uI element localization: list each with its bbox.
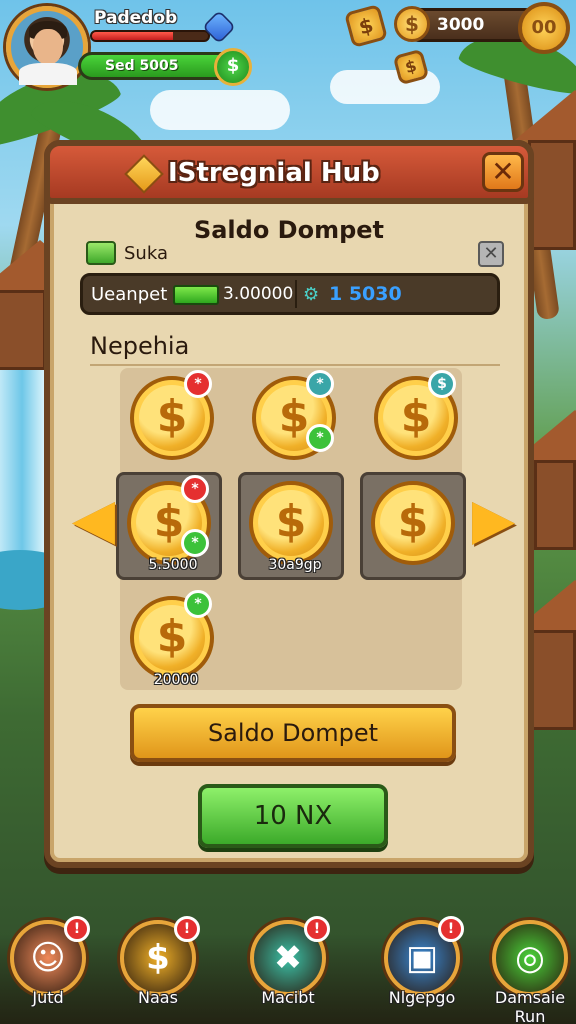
gold-coin-icon: $ [249,481,333,565]
wallet-panel: IStregnial Hub ✕ Saldo Dompet Suka ✕ Uea… [44,140,534,868]
coin-badge-icon: $ [428,370,456,398]
wallet-box: Suka ✕ Ueanpet 3.00000 ⚙ 1 5030 [80,231,506,319]
wallet-close-button[interactable]: ✕ [478,241,504,267]
nav-label: Damsaie Run [494,988,566,1024]
previous-arrow-button[interactable]: ◀ [72,480,115,564]
hut-roof [515,90,576,140]
avatar-face [33,29,63,65]
nav-item-crate[interactable]: ▣! Nlgepgo [380,916,464,1024]
coin-badge-icon: * [306,370,334,398]
avatar-shirt [19,63,77,85]
coin-badge-icon: * [181,529,209,557]
section-label: Nepehia [90,332,190,360]
confirm-button[interactable]: 10 NX [198,784,388,848]
coin-badge-icon: * [184,590,212,618]
player-name: Padedob [94,8,178,28]
run-icon: ◎ [515,938,545,978]
wallet-balance-button[interactable]: Saldo Dompet [130,704,456,762]
player-avatar[interactable] [6,6,88,88]
wallet-label: Ueanpet [91,284,168,305]
health-bar [90,30,210,42]
coin-slot[interactable]: $ * 20000 [122,590,228,698]
nav-item-tools[interactable]: ✖! Macibt [246,916,330,1024]
health-bar-fill [92,32,174,40]
diamond-icon [124,154,164,194]
wallet-header: Suka ✕ [86,239,506,269]
nav-label: Naas [138,988,178,1007]
coin-slot[interactable]: $ [360,472,466,580]
coin-slot[interactable]: $ * [122,370,228,478]
divider [90,364,500,366]
hut [528,140,576,250]
nav-item-coin[interactable]: $! Naas [116,916,200,1024]
wallet-user: Suka [124,243,168,264]
panel-header: IStregnial Hub ✕ [44,140,534,204]
gold-coin-icon: $ [371,481,455,565]
waterfall [0,370,44,570]
coin-slot[interactable]: $ * * [244,370,350,478]
gear-icon: ⚙ [303,284,320,305]
cloud [150,90,290,130]
coin-caption: 20000 [153,672,199,688]
nav-label: Nlgepgo [388,988,456,1007]
gold-shop-button[interactable]: 00 [518,2,570,54]
coin-grid: $ * $ * * $ $ $ * * 5.5000 $30a9gp $ $ * 20000 [116,368,466,690]
wallet-meter [173,285,219,305]
coin-slot[interactable]: $ * * 5.5000 [116,472,222,580]
next-arrow-button[interactable]: ▶ [472,480,515,564]
cash-coin-icon[interactable]: $ [214,48,252,86]
nav-item-avatar[interactable]: ☺! Jutd [6,916,90,1024]
gold-coin-icon: $ [394,6,430,42]
nav-label: Jutd [32,988,64,1007]
hut [0,290,46,370]
coin-slot[interactable]: $ $ [366,370,472,478]
coin-badge-icon: * [306,424,334,452]
coin-caption: 5.5000 [148,557,198,573]
notification-badge: ! [64,916,90,942]
nav-item-run[interactable]: ◎ Damsaie Run [488,916,572,1024]
cash-stack-icon [86,241,116,265]
notification-badge: ! [304,916,330,942]
close-button[interactable]: ✕ [482,152,524,192]
wallet-bonus: 1 5030 [329,283,402,305]
panel-title: IStregnial Hub [168,158,380,188]
coin-badge-icon: * [181,475,209,503]
coin-slot[interactable]: $30a9gp [238,472,344,580]
notification-badge: ! [174,916,200,942]
notification-badge: ! [438,916,464,942]
coin-caption: 30a9gp [268,557,322,573]
wallet-value: 3.00000 [223,284,294,304]
hut [534,460,576,550]
hut [530,630,576,730]
divider [295,280,297,308]
coin-badge-icon: * [184,370,212,398]
nav-label: Macibt [261,988,315,1007]
wallet-balance-bar: Ueanpet 3.00000 ⚙ 1 5030 [80,273,500,315]
